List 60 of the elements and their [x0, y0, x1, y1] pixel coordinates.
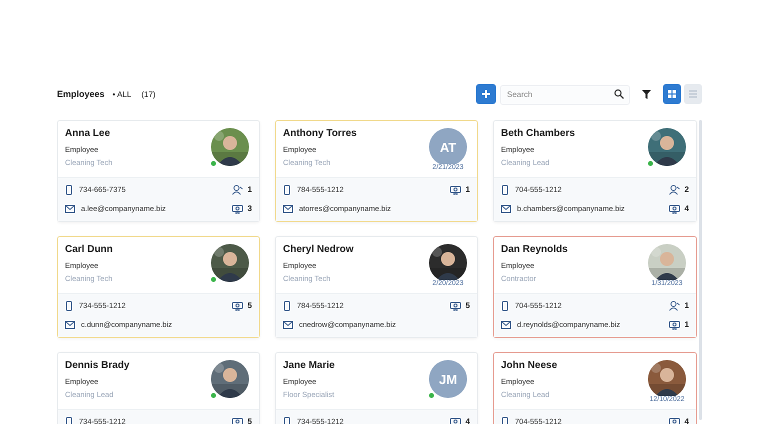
stat-count: 4	[466, 417, 470, 424]
envelope-icon	[283, 320, 293, 328]
filter-label[interactable]: • ALL	[112, 90, 132, 98]
envelope-icon	[65, 320, 75, 328]
certificate-icon	[450, 300, 461, 310]
phone-icon	[283, 300, 291, 310]
stat-count: 5	[248, 301, 252, 310]
phone-icon	[501, 184, 509, 194]
add-button[interactable]	[476, 84, 496, 104]
person-icon	[668, 184, 680, 194]
phone-icon	[501, 300, 509, 310]
page-title: Employees	[57, 89, 105, 99]
certificate-icon	[668, 320, 680, 330]
person-icon	[232, 184, 243, 194]
phone-icon	[65, 300, 73, 310]
stat-count: 1	[466, 185, 470, 194]
employee-name: Jane Marie	[283, 360, 336, 371]
list-icon	[689, 90, 697, 98]
grid-icon	[668, 90, 676, 98]
phone-icon	[283, 416, 291, 424]
envelope-icon	[283, 204, 293, 212]
employee-name: Carl Dunn	[65, 244, 114, 255]
certificate-icon	[232, 416, 243, 424]
phone-icon	[501, 416, 509, 424]
employee-name: Dennis Brady	[65, 360, 130, 371]
phone-icon	[65, 184, 73, 194]
filter-icon	[642, 90, 650, 98]
stat-count: 5	[466, 301, 470, 310]
certificate-icon	[232, 300, 243, 310]
search-icon	[614, 89, 624, 99]
stat-count: 1	[684, 320, 689, 329]
envelope-icon	[501, 204, 511, 212]
stat-count: 3	[248, 204, 252, 213]
envelope-icon	[501, 320, 511, 328]
stat-count: 4	[684, 204, 689, 213]
plus-icon	[481, 89, 491, 99]
employee-name: Anthony Torres	[283, 128, 358, 139]
certificate-icon	[668, 416, 680, 424]
grid-view-button[interactable]	[663, 84, 681, 104]
avatar-initials: JM	[429, 360, 467, 398]
certificate-icon	[668, 204, 680, 214]
search-field[interactable]: Search	[500, 84, 630, 104]
stat-count: 2	[684, 185, 689, 194]
stat-count: 5	[248, 417, 252, 424]
employee-name: Cheryl Nedrow	[283, 244, 355, 255]
certificate-icon	[232, 204, 243, 214]
certificate-icon	[450, 184, 461, 194]
employee-name: Beth Chambers	[501, 128, 576, 139]
employee-name: Dan Reynolds	[501, 244, 569, 255]
employee-name: Anna Lee	[65, 128, 112, 139]
stat-count: 1	[684, 301, 689, 310]
stat-count: 4	[684, 417, 689, 424]
phone-icon	[65, 416, 73, 424]
envelope-icon	[65, 204, 75, 212]
phone-icon	[283, 184, 291, 194]
employee-count: (17)	[141, 90, 156, 98]
person-icon	[668, 300, 680, 310]
certificate-icon	[450, 416, 461, 424]
stat-count: 1	[248, 185, 252, 194]
employee-name: John Neese	[501, 360, 558, 371]
